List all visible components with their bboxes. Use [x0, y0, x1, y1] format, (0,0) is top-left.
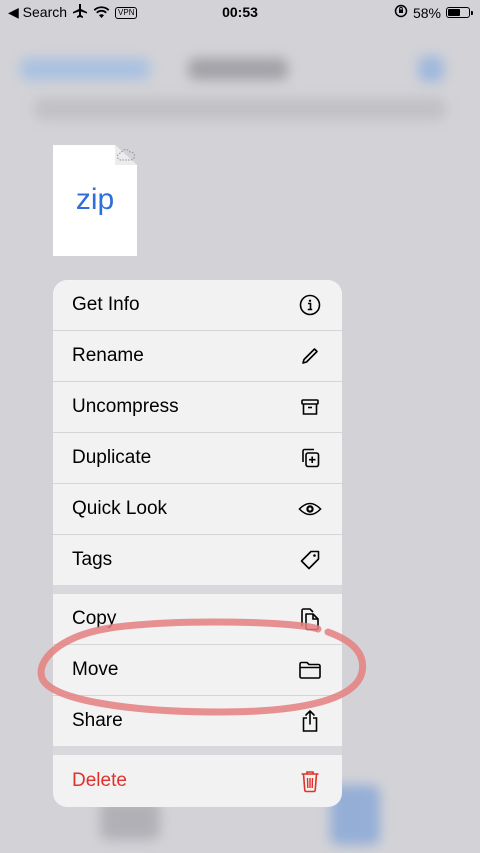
folder-icon [298, 658, 322, 682]
menu-item-duplicate[interactable]: Duplicate [53, 433, 342, 483]
context-menu: Get Info Rename Uncompress Duplicate Qui… [53, 280, 342, 807]
menu-item-label: Delete [72, 770, 127, 791]
menu-item-label: Duplicate [72, 447, 152, 468]
menu-item-label: Uncompress [72, 396, 179, 417]
menu-item-get-info[interactable]: Get Info [53, 280, 342, 330]
blurred-back-button [20, 58, 150, 80]
menu-item-label: Copy [72, 608, 117, 629]
menu-item-rename[interactable]: Rename [53, 331, 342, 381]
battery-percentage: 58% [412, 4, 441, 21]
pencil-icon [298, 344, 322, 368]
trash-icon [298, 769, 322, 793]
blurred-more-button [418, 56, 444, 82]
duplicate-icon [298, 446, 322, 470]
status-bar: ◀ Search VPN 00:53 58% [0, 0, 480, 26]
blurred-search-bar [34, 98, 446, 120]
menu-item-uncompress[interactable]: Uncompress [53, 382, 342, 432]
menu-item-label: Move [72, 659, 119, 680]
eye-icon [298, 497, 322, 521]
orientation-lock-icon [394, 4, 408, 21]
archive-box-icon [298, 395, 322, 419]
menu-item-label: Share [72, 710, 123, 731]
menu-section-divider [53, 585, 342, 594]
tag-icon [298, 548, 322, 572]
menu-item-copy[interactable]: Copy [53, 594, 342, 644]
cloud-download-icon [117, 149, 135, 161]
copy-docs-icon [298, 607, 322, 631]
menu-item-label: Quick Look [72, 498, 168, 519]
share-icon [298, 709, 322, 733]
menu-item-label: Get Info [72, 294, 140, 315]
menu-item-move[interactable]: Move [53, 645, 342, 695]
menu-item-label: Rename [72, 345, 144, 366]
menu-item-delete[interactable]: Delete [53, 755, 342, 807]
menu-item-label: Tags [72, 549, 113, 570]
info-icon [298, 293, 322, 317]
menu-section-divider [53, 746, 342, 755]
menu-item-share[interactable]: Share [53, 696, 342, 746]
menu-item-quick-look[interactable]: Quick Look [53, 484, 342, 534]
file-extension-label: zip [75, 183, 115, 216]
blurred-title [188, 58, 288, 80]
menu-item-tags[interactable]: Tags [53, 535, 342, 585]
battery-icon [446, 7, 473, 18]
